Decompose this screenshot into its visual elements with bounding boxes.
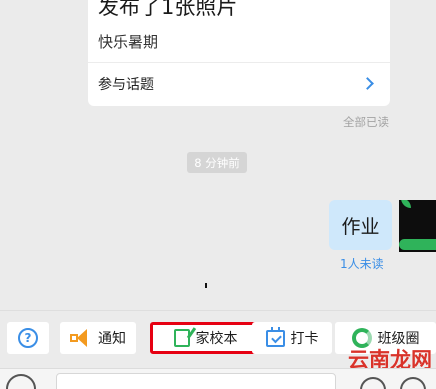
post-subtitle: 快乐暑期 — [98, 33, 159, 51]
read-status: 全部已读 — [343, 115, 389, 129]
question-icon: ? — [18, 328, 38, 348]
plus-icon[interactable] — [400, 377, 426, 389]
message-bubble[interactable]: 作业 — [329, 200, 392, 250]
time-divider: 8 分钟前 — [187, 152, 247, 173]
megaphone-icon — [70, 329, 92, 347]
calendar-check-icon — [265, 326, 285, 347]
message-input[interactable] — [56, 373, 336, 389]
input-bar — [0, 368, 436, 389]
voice-icon[interactable] — [6, 374, 36, 389]
cursor-speck — [205, 283, 207, 288]
notebook-icon — [173, 329, 190, 347]
photo-post-card[interactable]: 发布了1张照片 快乐暑期 参与话题 — [88, 0, 390, 106]
notify-label: 通知 — [98, 331, 126, 347]
homeschool-button[interactable]: 家校本 — [150, 322, 261, 354]
join-topic-label: 参与话题 — [98, 76, 154, 93]
help-button[interactable]: ? — [7, 322, 49, 354]
status-badge — [399, 239, 436, 250]
avatar[interactable] — [399, 200, 436, 252]
notify-button[interactable]: 通知 — [60, 322, 136, 354]
checkin-button[interactable]: 打卡 — [252, 322, 332, 354]
emoji-icon[interactable] — [360, 377, 386, 389]
chevron-right-icon — [361, 77, 374, 90]
join-topic-row[interactable]: 参与话题 — [88, 63, 390, 104]
checkin-label: 打卡 — [290, 331, 319, 347]
leaf-icon — [401, 200, 411, 208]
post-title: 发布了1张照片 — [98, 0, 238, 19]
homeschool-label: 家校本 — [195, 331, 238, 347]
unread-count[interactable]: 1人未读 — [340, 255, 384, 272]
